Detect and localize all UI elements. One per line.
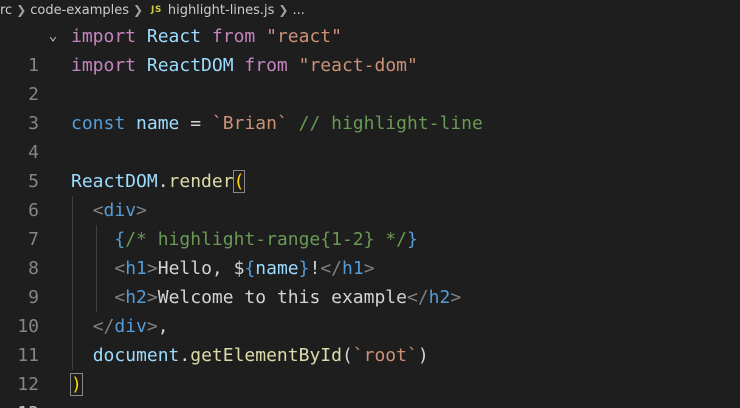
javascript-file-icon: JS <box>151 5 162 15</box>
breadcrumb-item-folder-root[interactable]: rc <box>0 3 12 18</box>
tag-bracket: > <box>146 258 158 279</box>
code-line[interactable]: 1 ⌄ import React from "react" <box>0 22 740 76</box>
code-line[interactable]: 4 const name = `Brian` // highlight-line <box>0 109 740 163</box>
tag-bracket: > <box>146 287 158 308</box>
jsx-brace: } <box>298 258 310 279</box>
identifier: ReactDOM <box>71 171 158 192</box>
jsx-text: Hello, $ <box>157 258 245 279</box>
punctuation: , <box>157 316 169 337</box>
code-line[interactable]: 11 </div>, <box>0 312 740 366</box>
tag-bracket: > <box>363 258 375 279</box>
tag-bracket: </ <box>92 316 115 337</box>
code-line[interactable]: 10 <h2>Welcome to this example</h2> <box>0 283 740 337</box>
code-line[interactable]: 7 <div> <box>0 196 740 250</box>
code-line[interactable]: 13 ) <box>0 370 740 408</box>
identifier: name <box>136 113 180 134</box>
chevron-right-icon: ❯ <box>16 3 27 17</box>
jsx-brace: } <box>406 229 418 250</box>
keyword: from <box>244 55 288 76</box>
string-literal: "react-dom" <box>298 55 418 76</box>
chevron-right-icon: ❯ <box>278 3 289 17</box>
jsx-tag: h2 <box>428 287 451 308</box>
tag-bracket: > <box>450 287 462 308</box>
bracket: ) <box>70 373 83 396</box>
code-editor-window: rc ❯ code-examples ❯ JS highlight-lines.… <box>0 0 740 408</box>
tag-bracket: < <box>92 200 104 221</box>
jsx-tag: div <box>114 316 147 337</box>
chevron-right-icon: ❯ <box>132 3 144 17</box>
template-literal: `Brian` <box>211 113 288 134</box>
tag-bracket: </ <box>406 287 429 308</box>
punctuation: . <box>157 171 169 192</box>
comment: /* highlight-range{1-2} */ <box>125 229 407 250</box>
tag-bracket: </ <box>320 258 343 279</box>
code-line[interactable]: 12 document.getElementById(`root`) <box>0 341 740 395</box>
operator: = <box>190 113 202 134</box>
keyword: import <box>71 26 137 47</box>
punctuation: . <box>179 345 191 366</box>
bracket: ) <box>417 345 429 366</box>
tag-bracket: < <box>114 258 126 279</box>
function-name: getElementById <box>190 345 342 366</box>
breadcrumb: rc ❯ code-examples ❯ JS highlight-lines.… <box>0 0 740 20</box>
tag-bracket: > <box>136 200 147 221</box>
template-literal: `root` <box>352 345 418 366</box>
line-number: 13 <box>0 399 39 408</box>
comment: // highlight-line <box>298 113 483 134</box>
keyword: const <box>71 113 126 134</box>
code-line[interactable]: 3 <box>0 80 740 134</box>
identifier: name <box>255 258 299 279</box>
function-name: render <box>168 171 234 192</box>
jsx-tag: h2 <box>125 287 147 308</box>
code-line[interactable]: 2 import ReactDOM from "react-dom" <box>0 51 740 105</box>
jsx-text: ! <box>309 258 321 279</box>
jsx-text: Welcome to this example <box>157 287 407 308</box>
keyword: from <box>211 26 256 47</box>
jsx-tag: h1 <box>342 258 364 279</box>
editor-pane[interactable]: 1 ⌄ import React from "react" 2 import R… <box>0 22 740 408</box>
breadcrumb-item-file[interactable]: highlight-lines.js <box>168 3 275 18</box>
bracket: ( <box>341 345 353 366</box>
jsx-brace: { <box>244 258 256 279</box>
tag-bracket: > <box>146 316 158 337</box>
chevron-down-icon[interactable]: ⌄ <box>46 22 60 51</box>
string-literal: "react" <box>266 26 342 47</box>
jsx-brace: { <box>114 229 126 250</box>
breadcrumb-item-symbols[interactable]: ... <box>292 3 304 18</box>
identifier: React <box>146 26 202 47</box>
code-line[interactable]: 5 <box>0 138 740 192</box>
identifier: ReactDOM <box>146 55 234 76</box>
jsx-tag: h1 <box>125 258 147 279</box>
code-line[interactable]: 8 {/* highlight-range{1-2} */} <box>0 225 740 279</box>
code-line[interactable]: 6 ReactDOM.render( <box>0 167 740 221</box>
bracket: ( <box>232 170 246 193</box>
breadcrumb-item-folder[interactable]: code-examples <box>30 3 129 18</box>
code-line[interactable]: 9 <h1>Hello, ${name}!</h1> <box>0 254 740 308</box>
keyword: import <box>71 55 137 76</box>
tag-bracket: < <box>114 287 126 308</box>
jsx-tag: div <box>103 200 137 221</box>
identifier: document <box>92 345 180 366</box>
